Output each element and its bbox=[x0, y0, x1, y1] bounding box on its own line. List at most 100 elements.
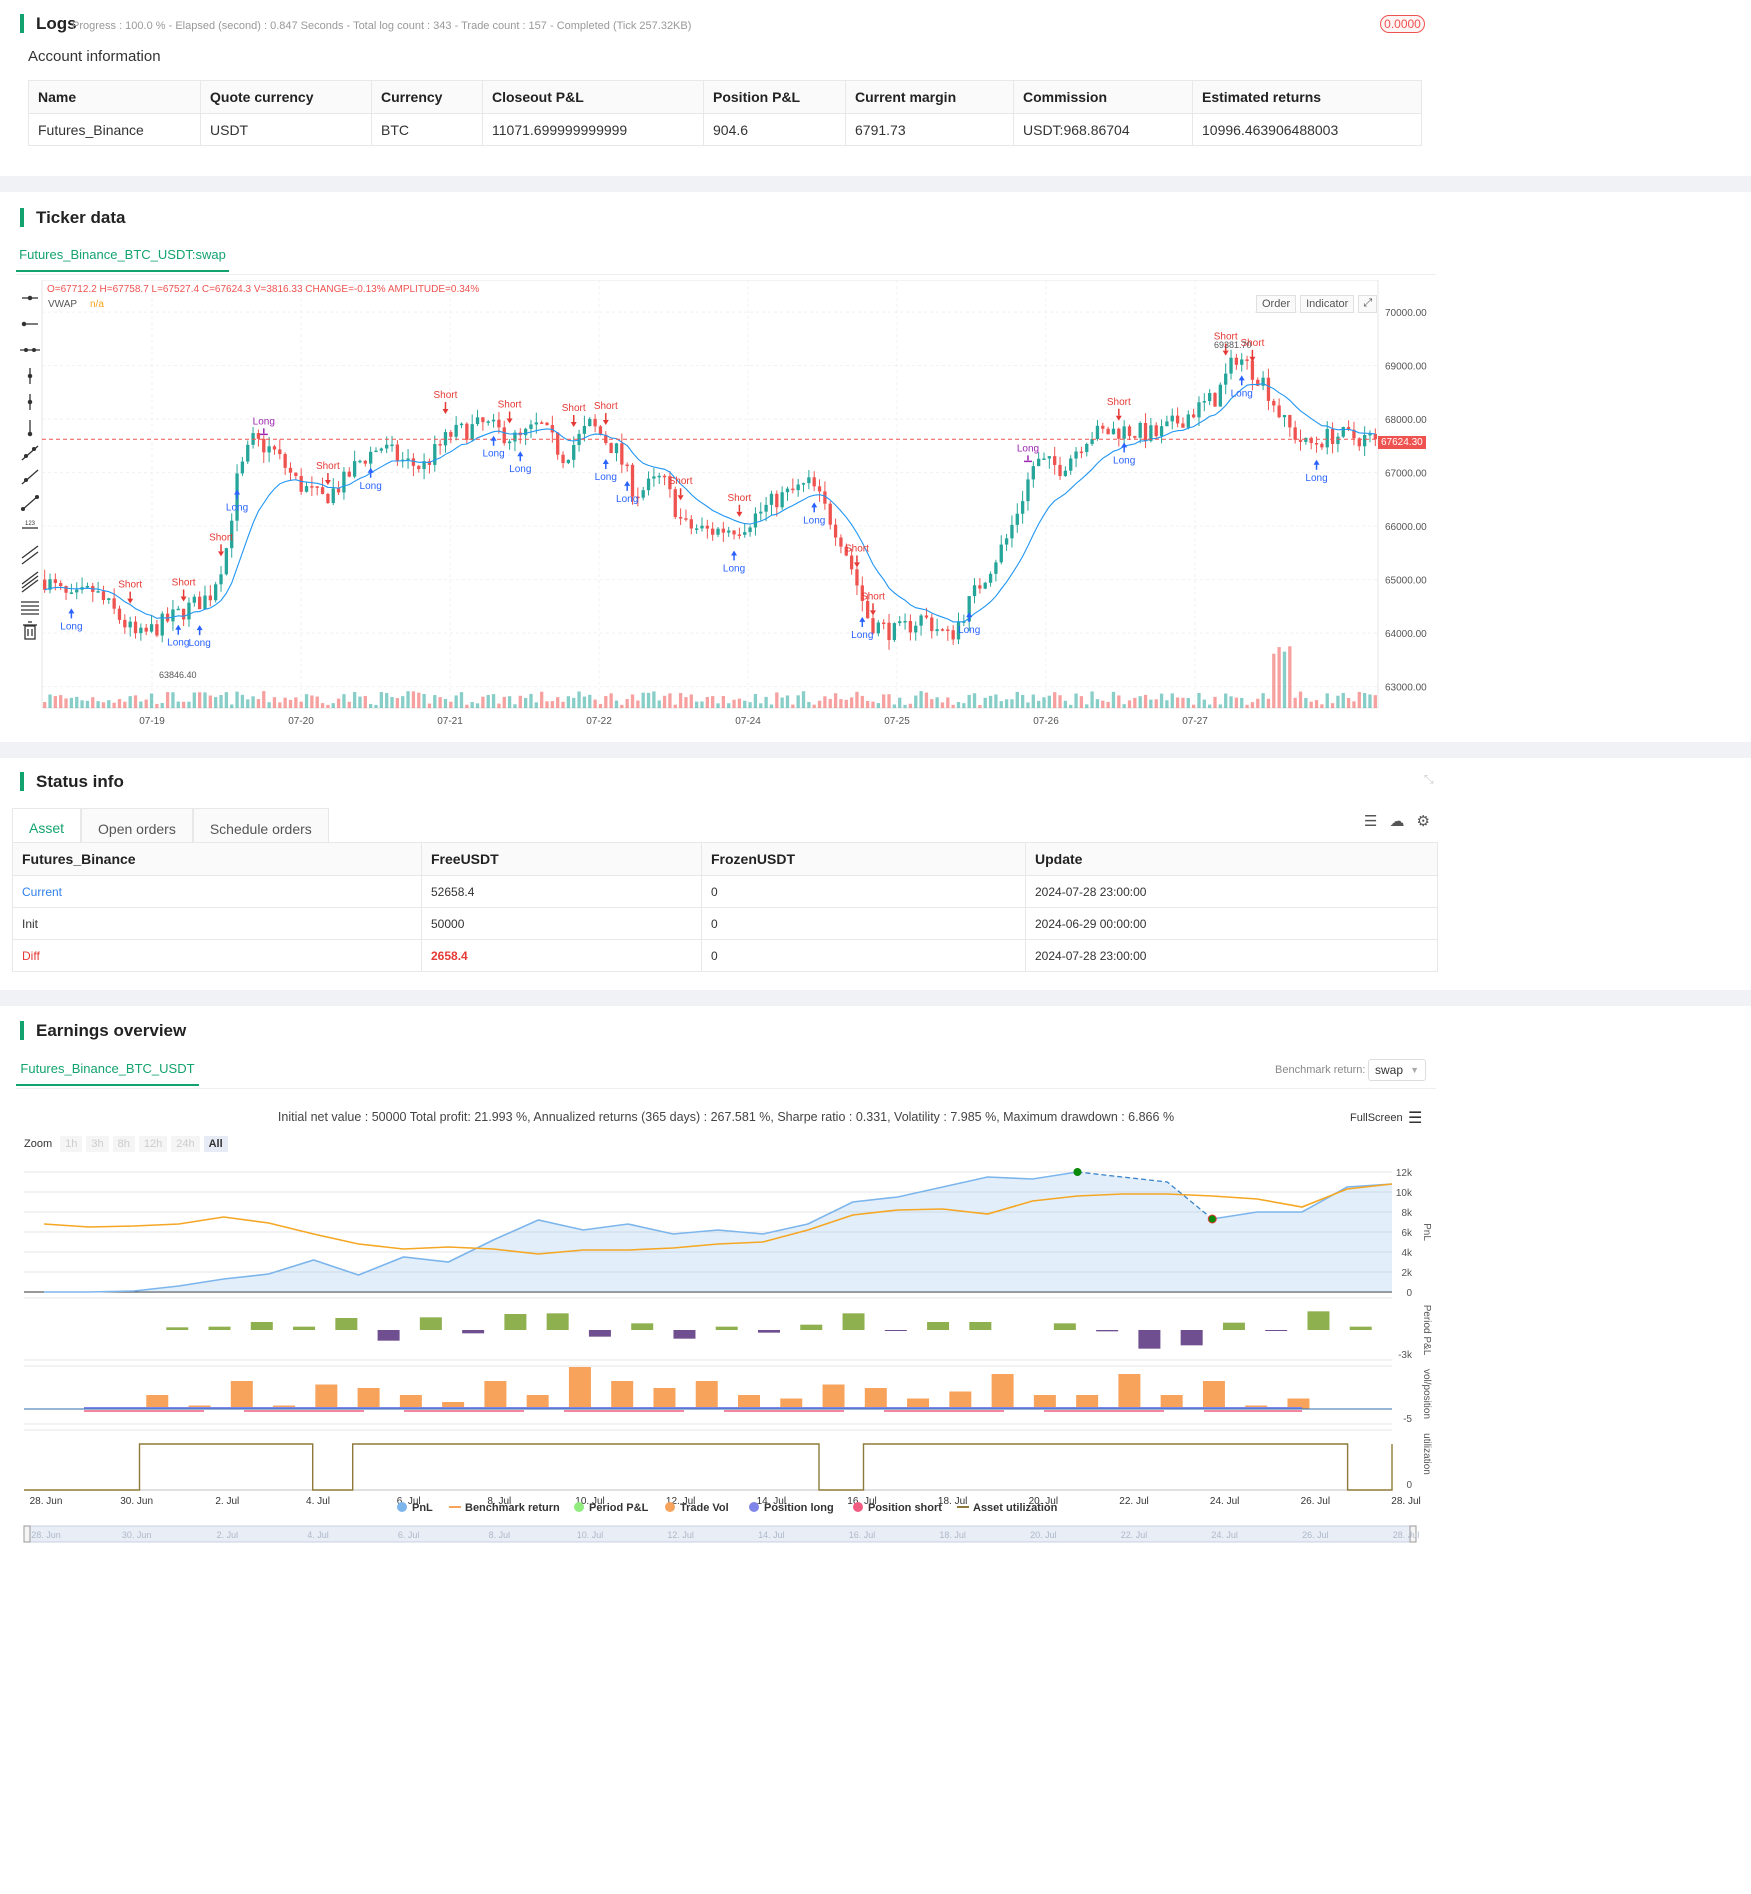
candle-body bbox=[1170, 415, 1174, 422]
volume-bar bbox=[363, 695, 367, 708]
volume-bar bbox=[764, 696, 768, 708]
zoom-24h[interactable]: 24h bbox=[171, 1136, 200, 1152]
volume-bar bbox=[267, 702, 271, 708]
volume-bar bbox=[860, 695, 864, 708]
candle-body bbox=[192, 596, 196, 603]
candle-body bbox=[1325, 428, 1329, 448]
trade-vol-bar bbox=[822, 1384, 845, 1409]
volume-bar bbox=[85, 700, 90, 708]
volume-bar bbox=[1336, 695, 1340, 708]
volume-bar bbox=[1282, 651, 1287, 708]
short-signal-label: Short bbox=[209, 532, 233, 543]
benchmark-select[interactable]: swap ▼ bbox=[1368, 1059, 1426, 1081]
zoom-3h[interactable]: 3h bbox=[86, 1136, 109, 1152]
candle-body bbox=[732, 530, 736, 535]
time-tick-label: 07-24 bbox=[735, 716, 761, 727]
gear-icon[interactable]: ⚙ bbox=[1416, 812, 1429, 830]
long-signal-label: Long bbox=[167, 638, 189, 649]
status-card: Status info ⤡ Asset Open orders Schedule… bbox=[0, 758, 1751, 990]
candle-body bbox=[1309, 437, 1313, 444]
order-button[interactable]: Order bbox=[1256, 295, 1297, 313]
volume-bar bbox=[844, 699, 848, 708]
account-data-row: Futures_Binance USDT BTC 11071.699999999… bbox=[28, 113, 1422, 146]
zoom-8h[interactable]: 8h bbox=[112, 1136, 135, 1152]
trade-vol-bar bbox=[611, 1381, 634, 1409]
cell-current-label: Current bbox=[12, 875, 422, 908]
menu-icon[interactable]: ☰ bbox=[1408, 1108, 1422, 1128]
candle-body bbox=[283, 454, 287, 468]
period-pnl-bar bbox=[673, 1330, 696, 1339]
volume-bar bbox=[716, 703, 720, 708]
candle-body bbox=[64, 586, 68, 593]
zoom-bar: Zoom 1h 3h 8h 12h 24h All bbox=[24, 1136, 228, 1152]
list-icon[interactable]: ☰ bbox=[1364, 812, 1377, 830]
volume-bar bbox=[139, 701, 143, 708]
col-currency: Currency bbox=[371, 80, 483, 114]
status-collapse-icon[interactable]: ⤡ bbox=[1424, 772, 1434, 787]
zoom-12h[interactable]: 12h bbox=[138, 1136, 168, 1152]
navigator-date-label: 8. Jul bbox=[489, 1530, 511, 1540]
candlestick-chart[interactable]: LongLongLongLongLongLongLongLongLong Long… bbox=[16, 280, 1436, 740]
tab-asset-label: Asset bbox=[29, 819, 65, 836]
account-header-row: Name Quote currency Currency Closeout P&… bbox=[28, 80, 1422, 114]
zoom-all[interactable]: All bbox=[203, 1136, 228, 1152]
expand-icon[interactable]: ⤢ bbox=[1358, 295, 1378, 313]
short-signal-label: Short bbox=[172, 577, 196, 588]
ticker-tab[interactable]: Futures_Binance_BTC_USDT:swap bbox=[16, 238, 229, 272]
volume-bar bbox=[181, 701, 186, 708]
candle-body bbox=[983, 582, 987, 589]
candle-body bbox=[662, 475, 667, 478]
volume-bar bbox=[96, 701, 100, 708]
fullscreen-button[interactable]: FullScreen bbox=[1350, 1112, 1403, 1124]
time-tick-label: 07-26 bbox=[1033, 716, 1059, 727]
volume-bar bbox=[513, 704, 517, 708]
candle-body bbox=[1031, 466, 1035, 480]
volume-bar bbox=[593, 699, 597, 708]
candle-body bbox=[1336, 436, 1340, 444]
time-tick-label: 07-22 bbox=[586, 716, 612, 727]
candle-body bbox=[336, 488, 341, 493]
candle-body bbox=[625, 464, 629, 467]
earnings-chart[interactable]: 12k 10k 8k 6k 4k 2k 0 -3k -5 0 PnL Period P&L vol/po… bbox=[0, 1154, 1440, 1894]
volume-bar bbox=[454, 695, 458, 708]
volume-bar bbox=[684, 697, 688, 708]
volume-bar bbox=[785, 695, 790, 708]
volume-bar bbox=[112, 702, 116, 708]
candle-body bbox=[1127, 426, 1132, 437]
candle-body bbox=[1020, 501, 1025, 514]
vwap-legend-label: VWAP bbox=[48, 299, 77, 310]
candle-body bbox=[684, 518, 688, 520]
candle-body bbox=[1175, 415, 1180, 424]
volume-bar bbox=[433, 695, 437, 708]
volume-bar bbox=[694, 701, 699, 708]
volume-bar bbox=[1272, 653, 1276, 708]
volume-bar bbox=[326, 704, 330, 708]
short-signal-label: Short bbox=[562, 403, 586, 414]
volume-bar bbox=[1020, 695, 1025, 708]
candle-body bbox=[454, 424, 458, 437]
navigator[interactable]: 28. Jun 30. Jun 2. Jul 4. Jul 6. Jul 8. Jul 10… bbox=[23, 1525, 1419, 1543]
candle-body bbox=[69, 592, 74, 594]
volume-bar bbox=[700, 701, 704, 708]
volume-bar bbox=[833, 693, 838, 708]
candle-body bbox=[1058, 464, 1062, 477]
short-signal-label: Short bbox=[845, 543, 869, 554]
cloud-download-icon[interactable]: ☁ bbox=[1389, 812, 1404, 830]
volume-bar bbox=[999, 701, 1003, 708]
candle-body bbox=[203, 595, 207, 610]
candle-body bbox=[903, 620, 907, 623]
cell-diff-label: Diff bbox=[12, 939, 422, 972]
candle-body bbox=[459, 423, 464, 426]
tab-open-orders-label: Open orders bbox=[98, 820, 176, 837]
indicator-button[interactable]: Indicator bbox=[1300, 295, 1355, 313]
period-pnl-bar bbox=[1053, 1323, 1076, 1330]
volume-bar bbox=[988, 695, 993, 708]
cell-diff-frozen: 0 bbox=[701, 939, 1026, 972]
zoom-1h[interactable]: 1h bbox=[60, 1136, 83, 1152]
cell-commission: USDT:968.86704 bbox=[1013, 113, 1193, 146]
earnings-tab[interactable]: Futures_Binance_BTC_USDT bbox=[16, 1052, 199, 1086]
candle-body bbox=[849, 555, 854, 570]
candle-body bbox=[342, 471, 346, 493]
volume-bar bbox=[107, 700, 111, 708]
ticker-tab-underline bbox=[16, 274, 1436, 275]
